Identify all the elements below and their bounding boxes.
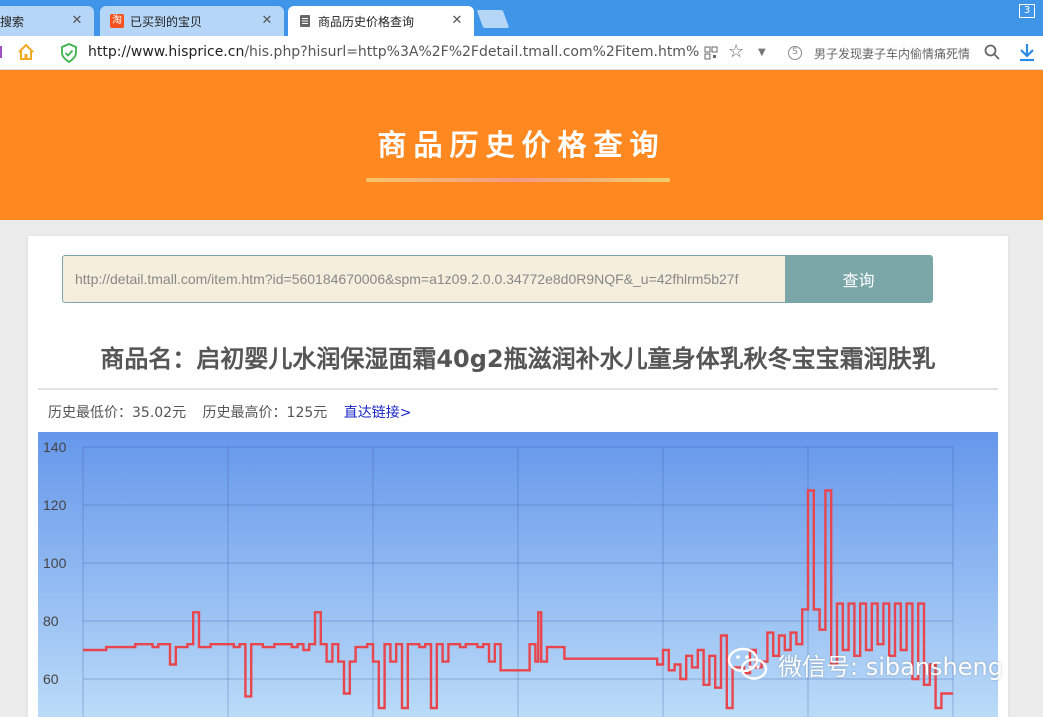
tab-bought-items[interactable]: 淘 已买到的宝贝 ✕ — [100, 6, 284, 36]
title-underline — [366, 178, 670, 182]
wechat-watermark: 微信号: sibansheng — [726, 646, 1003, 682]
search-text: 男子发现妻子车内偷情痛死情 — [814, 46, 971, 61]
tab-search[interactable]: 搜索 ✕ — [0, 6, 94, 36]
direct-link[interactable]: 直达链接> — [344, 405, 412, 421]
y-tick-label: 100 — [43, 555, 67, 571]
star-icon[interactable]: ☆ — [728, 41, 744, 62]
tab-strip: 搜索 ✕ 淘 已买到的宝贝 ✕ 商品历史价格查询 ✕ 3 — [0, 0, 1043, 36]
search-engine-icon: S — [788, 46, 802, 60]
page-title: 商品历史价格查询 — [377, 128, 666, 162]
search-box[interactable]: S 男子发现妻子车内偷情痛死情 — [788, 42, 1002, 64]
qr-code-icon[interactable] — [704, 45, 718, 64]
close-icon[interactable]: ✕ — [260, 14, 274, 28]
secure-shield-icon[interactable] — [60, 43, 78, 67]
highest-price: 历史最高价：125元 — [202, 405, 328, 421]
address-bar: http://www.hisprice.cn/his.php?hisurl=ht… — [0, 36, 1043, 70]
product-title: 商品名：启初婴儿水润保湿面霜40g2瓶滋润补水儿童身体乳秋冬宝宝霜润肤乳 — [100, 345, 936, 373]
tab-count-badge[interactable]: 3 — [1019, 4, 1035, 18]
download-icon[interactable] — [1018, 42, 1036, 66]
divider — [38, 388, 998, 390]
query-form: 查询 — [62, 255, 933, 303]
lowest-price: 历史最低价：35.02元 — [48, 405, 187, 421]
close-icon[interactable]: ✕ — [70, 14, 84, 28]
y-tick-label: 120 — [43, 497, 67, 513]
wechat-icon — [727, 647, 768, 680]
tab-title: 搜索 — [0, 14, 25, 29]
y-tick-label: 60 — [43, 671, 59, 687]
taobao-icon: 淘 — [110, 14, 124, 28]
tab-price-history[interactable]: 商品历史价格查询 ✕ — [288, 6, 474, 36]
url-query-input[interactable] — [63, 256, 785, 302]
url-field[interactable]: http://www.hisprice.cn/his.php?hisurl=ht… — [88, 44, 700, 60]
query-button[interactable]: 查询 — [785, 256, 932, 302]
url-path: /his.php?hisurl=http%3A%2F%2Fdetail.tmal… — [244, 44, 700, 60]
tab-title: 商品历史价格查询 — [318, 14, 415, 29]
page-icon — [298, 14, 312, 28]
new-tab-button[interactable] — [476, 10, 510, 28]
chevron-down-icon[interactable]: ▼ — [758, 47, 766, 58]
watermark-text: 微信号: sibansheng — [778, 652, 1003, 681]
search-icon[interactable] — [984, 44, 1000, 64]
price-summary: 历史最低价：35.02元 历史最高价：125元 直达链接> — [48, 402, 411, 422]
close-icon[interactable]: ✕ — [450, 14, 464, 28]
tab-title: 已买到的宝贝 — [130, 14, 203, 29]
hero-banner: 商品历史价格查询 — [0, 70, 1043, 220]
url-host: http://www.hisprice.cn — [88, 44, 245, 60]
y-tick-label: 80 — [43, 613, 59, 629]
home-icon[interactable] — [16, 42, 36, 66]
back-icon[interactable] — [0, 46, 6, 58]
y-tick-label: 140 — [43, 439, 67, 455]
